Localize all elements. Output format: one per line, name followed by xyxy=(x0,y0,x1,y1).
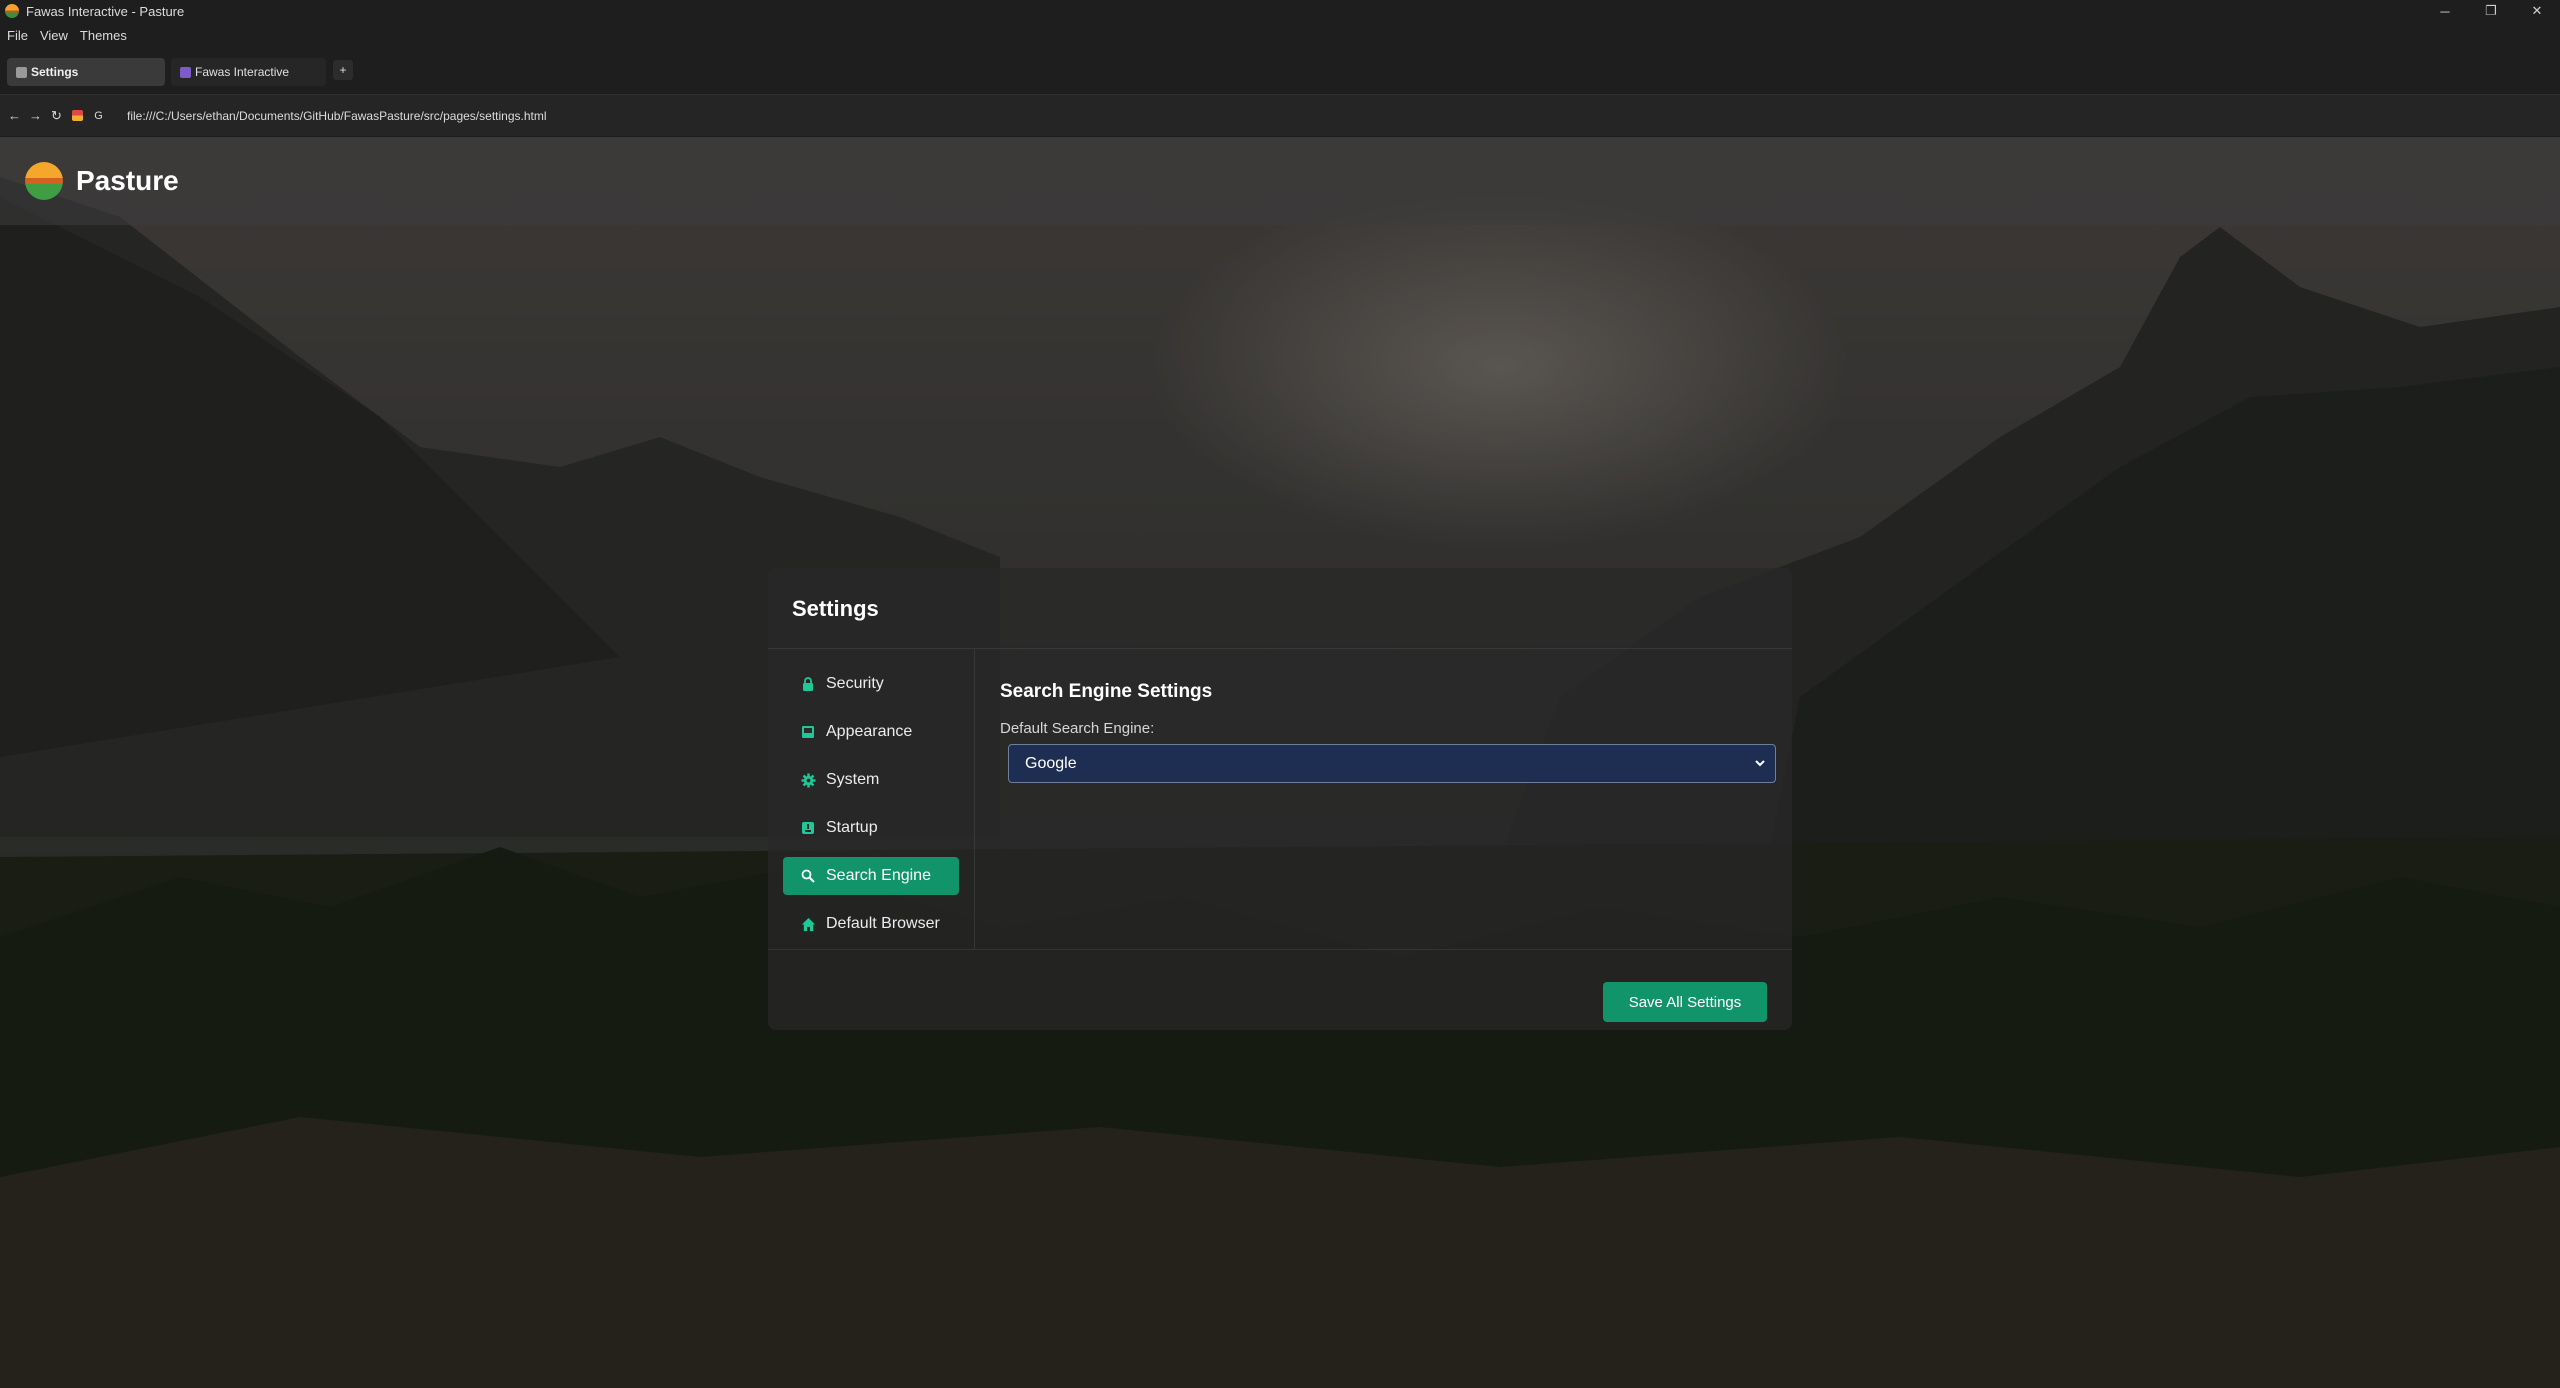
brand-name: Pasture xyxy=(76,165,179,196)
tab-label: Settings xyxy=(31,65,79,79)
search-engine-select[interactable]: Google xyxy=(1008,744,1776,783)
settings-card: Settings Security Appearance System Star… xyxy=(768,568,1792,1030)
menu-themes[interactable]: Themes xyxy=(80,28,127,43)
settings-title: Settings xyxy=(792,596,879,621)
sidebar-item-security[interactable]: Security xyxy=(783,665,959,703)
card-divider xyxy=(768,648,1792,649)
pasture-app-icon xyxy=(5,4,19,18)
window-controls: ─ ❐ ✕ xyxy=(2422,0,2560,22)
page-viewport: Pasture Settings Security Appearance Sys… xyxy=(0,137,2560,1388)
sidebar-item-label: Default Browser xyxy=(826,915,940,932)
sidebar-item-default-browser[interactable]: Default Browser xyxy=(783,905,959,943)
chevron-down-icon xyxy=(1755,760,1765,767)
new-tab-button[interactable]: + xyxy=(333,60,353,80)
gear-icon xyxy=(800,772,816,788)
close-button[interactable]: ✕ xyxy=(2514,0,2560,22)
search-engine-button[interactable]: G xyxy=(88,110,109,122)
search-icon xyxy=(800,868,816,884)
pasture-logo-icon xyxy=(25,162,63,200)
search-engine-selected-value: Google xyxy=(1025,754,1077,772)
sidebar-item-label: Startup xyxy=(826,819,878,836)
minimize-button[interactable]: ─ xyxy=(2422,0,2468,22)
pane-title: Search Engine Settings xyxy=(1000,681,1213,702)
home-button[interactable] xyxy=(67,110,88,121)
menu-bar: File View Themes xyxy=(0,22,2560,48)
sidebar-item-label: Search Engine xyxy=(826,867,931,884)
picture-icon xyxy=(800,724,816,740)
tab-fawas-interactive[interactable]: Fawas Interactive xyxy=(171,58,326,86)
sidebar-item-appearance[interactable]: Appearance xyxy=(783,713,959,751)
sidebar-item-system[interactable]: System xyxy=(783,761,959,799)
home-icon xyxy=(72,110,83,121)
window-title: Fawas Interactive - Pasture xyxy=(26,3,185,19)
lock-icon xyxy=(800,676,816,692)
home-icon xyxy=(800,916,816,932)
sidebar-item-label: Security xyxy=(826,675,884,692)
navigation-bar: ← → ↻ G file:///C:/Users/ethan/Documents… xyxy=(0,94,2560,136)
sidebar-item-label: Appearance xyxy=(826,723,913,740)
menu-file[interactable]: File xyxy=(7,28,28,43)
power-icon xyxy=(800,820,816,836)
url-field[interactable]: file:///C:/Users/ethan/Documents/GitHub/… xyxy=(127,109,547,123)
save-all-settings-button[interactable]: Save All Settings xyxy=(1603,982,1767,1022)
sidebar-divider xyxy=(974,649,975,949)
restore-button[interactable]: ❐ xyxy=(2468,0,2514,22)
back-button[interactable]: ← xyxy=(4,108,25,123)
tab-strip: Settings Fawas Interactive xyxy=(0,48,2560,94)
footer-divider xyxy=(768,949,1792,950)
forward-button[interactable]: → xyxy=(25,108,46,123)
tab-label: Fawas Interactive xyxy=(195,65,290,79)
settings-tab-icon xyxy=(16,66,27,78)
sidebar-item-label: System xyxy=(826,771,880,788)
reload-button[interactable]: ↻ xyxy=(46,108,67,124)
page-header: Pasture xyxy=(0,137,2560,225)
sidebar-item-search-engine[interactable]: Search Engine xyxy=(783,857,959,895)
menu-view[interactable]: View xyxy=(40,28,68,43)
sidebar-item-startup[interactable]: Startup xyxy=(783,809,959,847)
fawas-tab-icon xyxy=(180,66,191,78)
search-engine-label: Default Search Engine: xyxy=(1000,720,1155,737)
tab-settings[interactable]: Settings xyxy=(7,58,165,86)
window-titlebar: Fawas Interactive - Pasture ─ ❐ ✕ xyxy=(0,0,2560,22)
